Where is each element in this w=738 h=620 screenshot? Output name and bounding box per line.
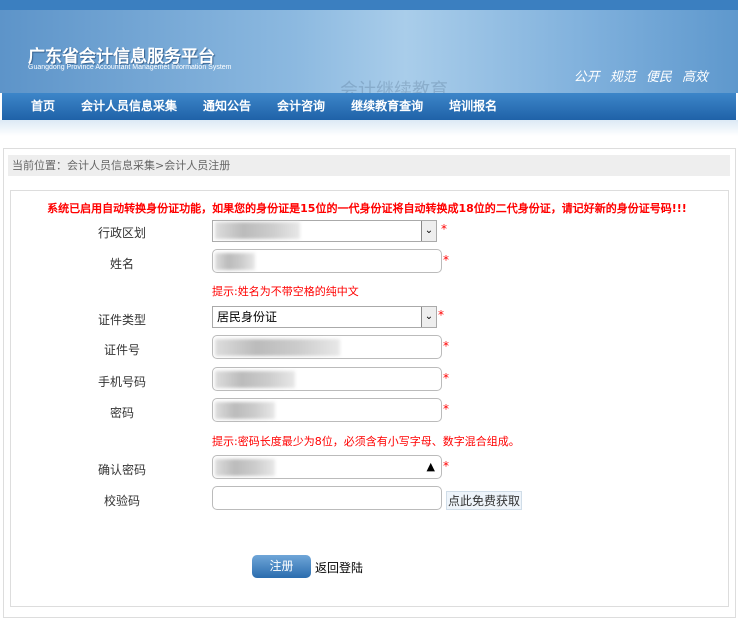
name-hint: 提示:姓名为不带空格的纯中文 (212, 285, 359, 298)
captcha-label: 校验码 (103, 494, 140, 508)
id-type-value: 居民身份证 (217, 310, 278, 324)
main-nav: 首页 会计人员信息采集 通知公告 会计咨询 继续教育查询 培训报名 (2, 93, 736, 120)
nav-consult[interactable]: 会计咨询 (277, 93, 325, 120)
id-number-label: 证件号 (103, 343, 140, 357)
nav-info-collect[interactable]: 会计人员信息采集 (81, 93, 177, 120)
confirm-password-label: 确认密码 (97, 463, 146, 477)
nav-training[interactable]: 培训报名 (449, 93, 497, 120)
region-label: 行政区划 (97, 226, 146, 240)
name-input[interactable] (212, 249, 442, 273)
nav-shadow (0, 120, 738, 136)
register-button[interactable]: 注册 (252, 555, 311, 578)
phone-label: 手机号码 (97, 375, 146, 389)
required-mark: * (443, 339, 449, 353)
password-input[interactable] (212, 398, 442, 422)
eye-icon[interactable]: ▲ (427, 460, 435, 473)
password-label: 密码 (109, 406, 134, 420)
region-select[interactable]: ⌄ (212, 220, 437, 242)
phone-input[interactable] (212, 367, 442, 391)
required-mark: * (443, 253, 449, 267)
captcha-input[interactable] (212, 486, 442, 510)
site-subtitle: Guangdong Province Accountant Managemet … (28, 64, 232, 71)
id-type-label: 证件类型 (97, 313, 146, 327)
get-code-button[interactable]: 点此免费获取 (446, 491, 523, 510)
header-banner: 广东省会计信息服务平台 Guangdong Province Accountan… (0, 0, 738, 101)
slogan: 公开 规范 便民 高效 (573, 70, 708, 85)
required-mark: * (441, 222, 447, 236)
notice: 系统已启用自动转换身份证功能，如果您的身份证是15位的一代身份证将自动转换成18… (47, 202, 687, 215)
nav-home[interactable]: 首页 (31, 93, 55, 120)
id-type-select[interactable]: 居民身份证 ⌄ (212, 306, 437, 328)
required-mark: * (443, 402, 449, 416)
required-mark: * (443, 459, 449, 473)
nav-notices[interactable]: 通知公告 (203, 93, 251, 120)
nav-edu-query[interactable]: 继续教育查询 (351, 93, 423, 120)
id-number-input[interactable] (212, 335, 442, 359)
required-mark: * (438, 308, 444, 322)
breadcrumb: 当前位置：会计人员信息采集>会计人员注册 (8, 155, 730, 176)
chevron-down-icon: ⌄ (421, 221, 436, 241)
chevron-down-icon: ⌄ (421, 307, 436, 327)
back-to-login-link[interactable]: 返回登陆 (315, 559, 363, 576)
confirm-password-input[interactable]: ▲ (212, 455, 442, 479)
password-hint: 提示:密码长度最少为8位，必须含有小写字母、数字混合组成。 (212, 435, 520, 448)
name-label: 姓名 (109, 257, 134, 271)
required-mark: * (443, 371, 449, 385)
